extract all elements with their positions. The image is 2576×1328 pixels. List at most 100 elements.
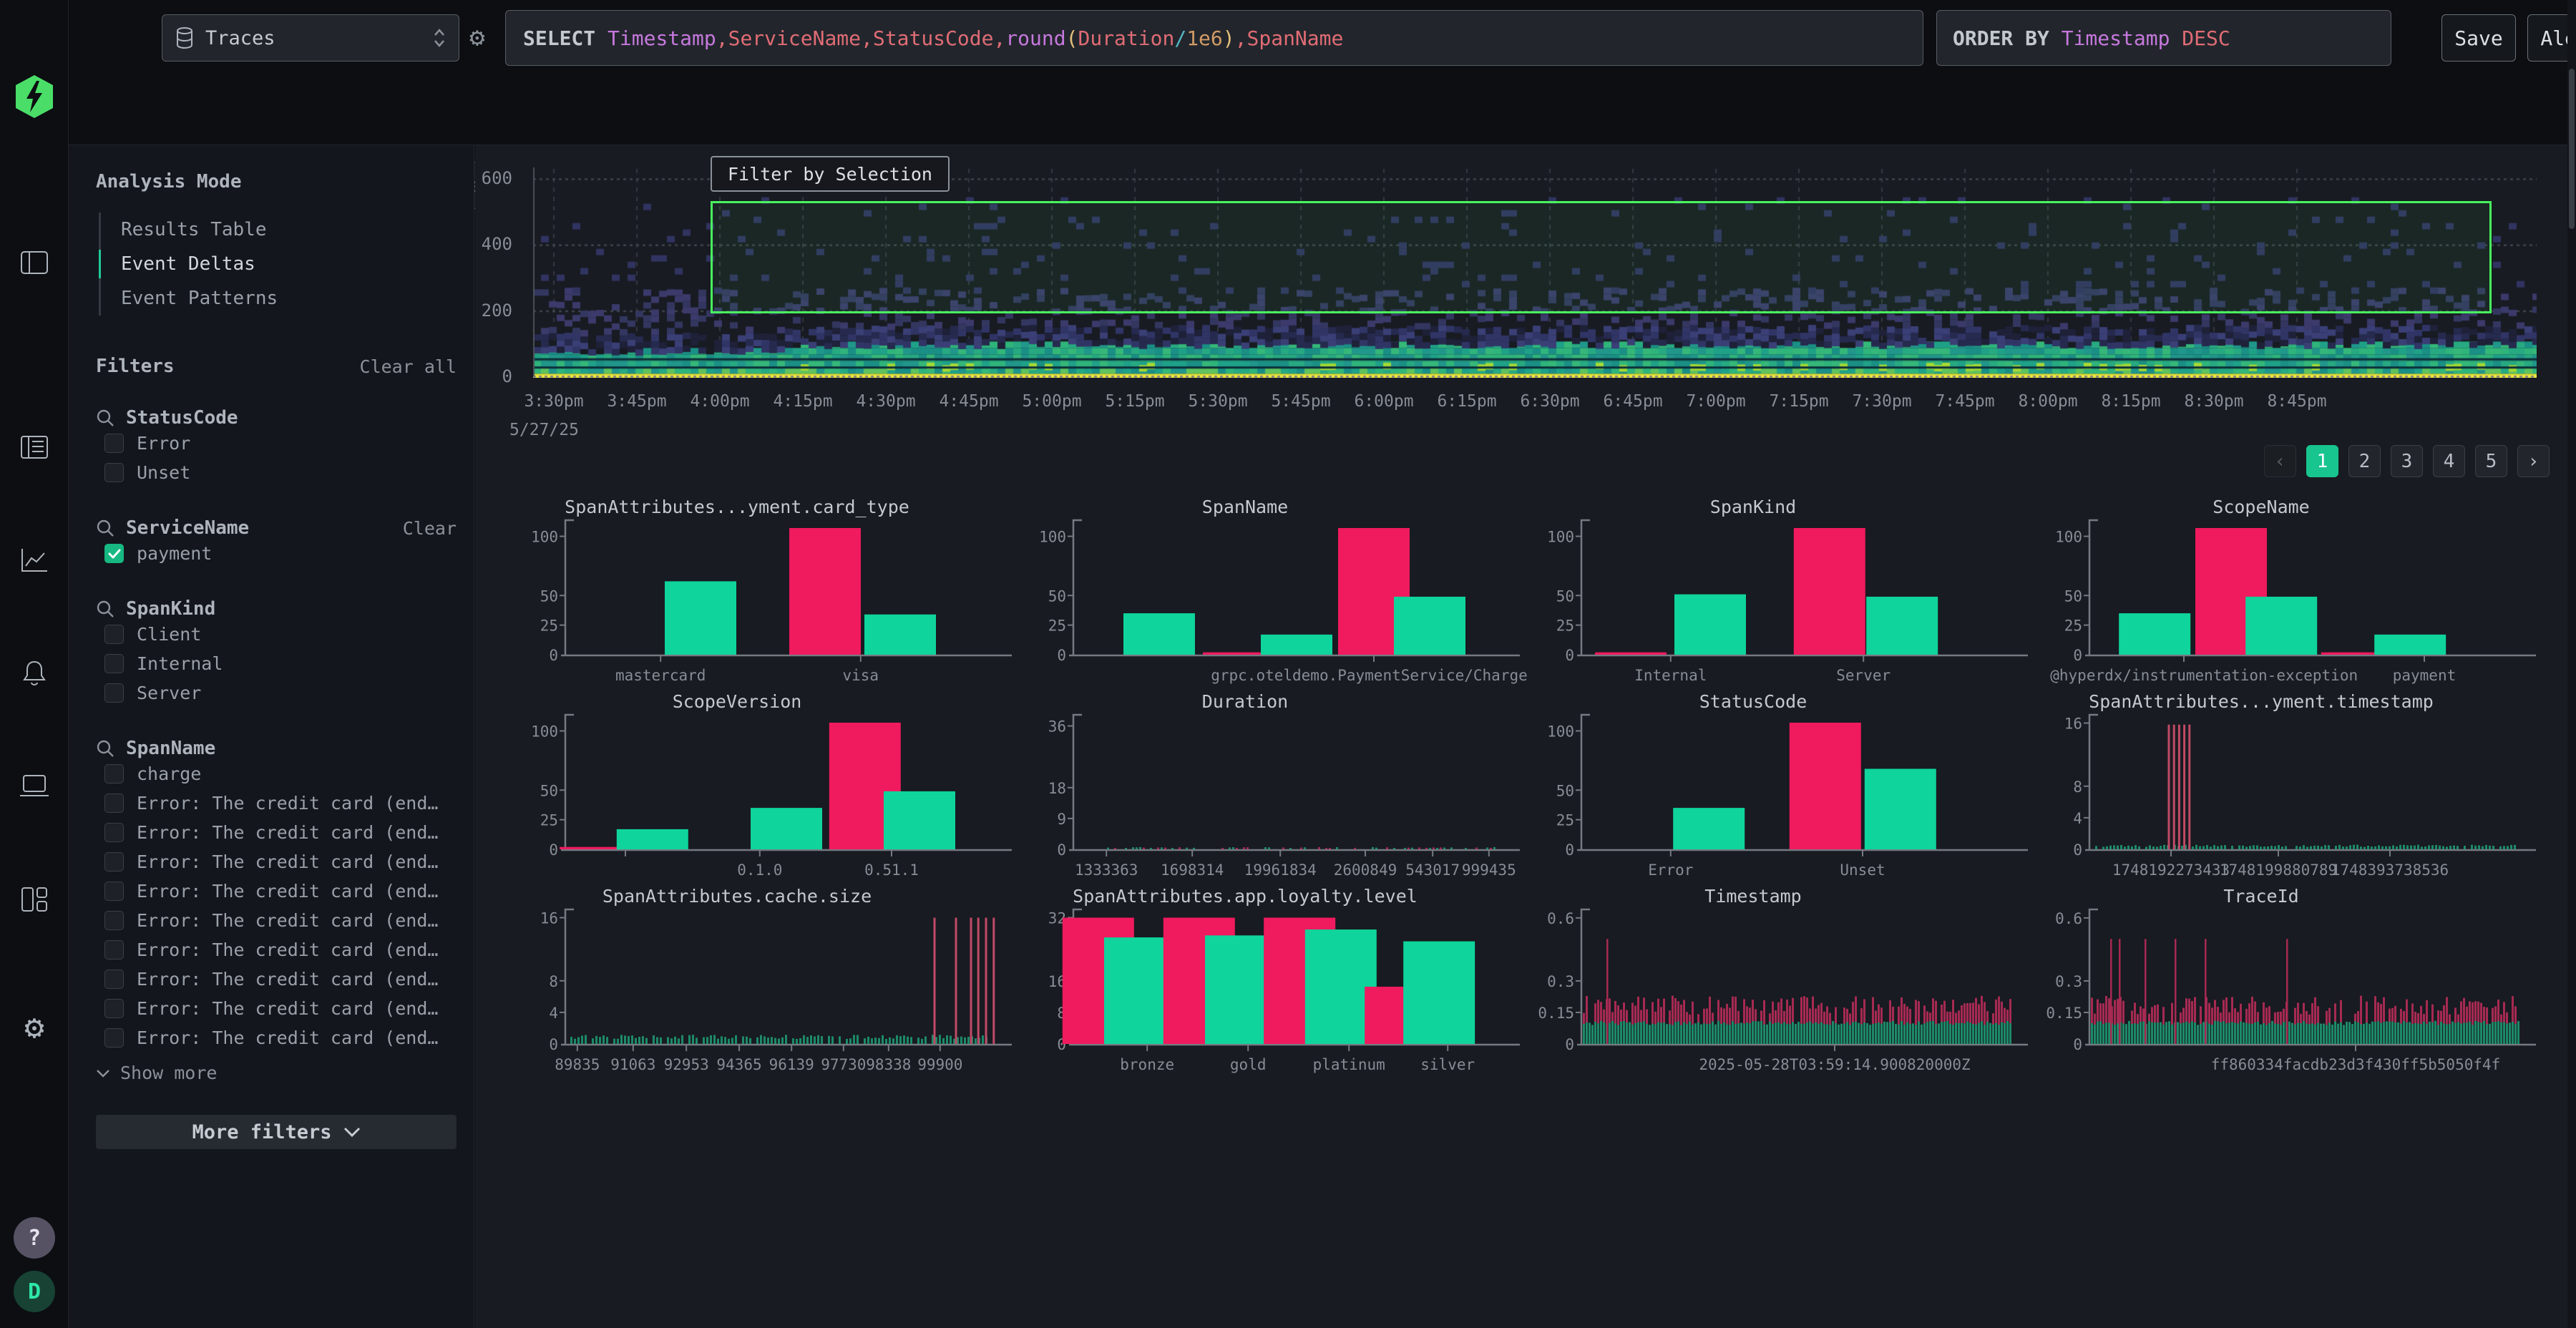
svg-text:0: 0 xyxy=(549,841,558,859)
analysis-mode-item-results-table[interactable]: Results Table xyxy=(101,213,457,247)
app-logo[interactable] xyxy=(0,72,69,122)
filter-option[interactable]: Error: The credit card (end… xyxy=(96,994,457,1023)
help-button[interactable]: ? xyxy=(0,1216,69,1259)
filter-group-name: SpanKind xyxy=(126,598,215,620)
checkbox-unchecked[interactable] xyxy=(104,654,124,673)
filter-option-label: Error: The credit card (end… xyxy=(137,881,438,902)
filter-option[interactable]: Error: The credit card (end… xyxy=(96,877,457,906)
analysis-mode-item-event-patterns[interactable]: Event Patterns xyxy=(101,281,457,316)
clear-all-link[interactable]: Clear all xyxy=(360,356,457,377)
checkbox-unchecked[interactable] xyxy=(104,434,124,453)
svg-text:grpc.oteldemo.PaymentService/C: grpc.oteldemo.PaymentService/Charge xyxy=(1211,667,1528,684)
checkbox-unchecked[interactable] xyxy=(104,999,124,1018)
sql-select-editor[interactable]: SELECT Timestamp,ServiceName,StatusCode,… xyxy=(505,10,1923,66)
save-button[interactable]: Save xyxy=(2441,14,2516,62)
more-filters-button[interactable]: More filters xyxy=(96,1115,457,1149)
filter-option[interactable]: Error: The credit card (end… xyxy=(96,788,457,818)
checkbox-unchecked[interactable] xyxy=(104,823,124,842)
checkbox-unchecked[interactable] xyxy=(104,794,124,813)
order-by-editor[interactable]: ORDER BY Timestamp DESC xyxy=(1936,10,2391,66)
filter-group-clear-link[interactable]: Clear xyxy=(403,518,457,539)
histogram-spanattributes-cache-size[interactable]: SpanAttributes.cache.size168408983591063… xyxy=(522,885,1023,1080)
source-select[interactable]: Traces xyxy=(162,14,459,62)
checkbox-unchecked[interactable] xyxy=(104,764,124,783)
histogram-scopename[interactable]: ScopeName10050250@hyperdx/instrumentatio… xyxy=(2046,496,2547,690)
svg-text:0: 0 xyxy=(2073,647,2082,664)
histogram-duration[interactable]: Duration36189013333631698314199618342600… xyxy=(1030,690,1531,885)
page-button-1[interactable]: 1 xyxy=(2306,445,2338,477)
svg-text:97730: 97730 xyxy=(821,1056,866,1073)
svg-text:0: 0 xyxy=(1565,647,1574,664)
filter-option[interactable]: Error: The credit card (end… xyxy=(96,906,457,935)
checkbox-checked[interactable] xyxy=(104,544,124,563)
checkbox-unchecked[interactable] xyxy=(104,1028,124,1048)
alerts-bell-icon[interactable] xyxy=(0,654,69,693)
svg-text:1748199880789: 1748199880789 xyxy=(2220,861,2337,879)
settings-gear-icon[interactable]: ⚙ xyxy=(0,1005,69,1048)
histogram-scopeversion[interactable]: ScopeVersion100502500.1.00.51.1 xyxy=(522,690,1023,885)
histogram-spanattributes-yment-card-type[interactable]: SpanAttributes...yment.card_type10050250… xyxy=(522,496,1023,690)
histogram-timestamp[interactable]: Timestamp0.60.30.1502025-05-28T03:59:14.… xyxy=(1538,885,2039,1080)
page-button-3[interactable]: 3 xyxy=(2391,445,2423,477)
histogram-spanname[interactable]: SpanName10050250grpc.oteldemo.PaymentSer… xyxy=(1030,496,1531,690)
query-settings-gear-icon[interactable]: ⚙ xyxy=(469,23,485,52)
svg-text:2600849: 2600849 xyxy=(1334,861,1397,879)
checkbox-unchecked[interactable] xyxy=(104,625,124,644)
histogram-spanattributes-app-loyalty-level[interactable]: SpanAttributes.app.loyalty.level321680br… xyxy=(1030,885,1531,1080)
heatmap-selection-region[interactable] xyxy=(711,201,2492,313)
dashboards-icon[interactable] xyxy=(0,880,69,919)
heatmap-x-tick: 3:30pm xyxy=(524,392,583,411)
svg-text:SpanAttributes.cache.size: SpanAttributes.cache.size xyxy=(602,886,872,907)
svg-text:25: 25 xyxy=(1556,617,1574,635)
page-prev-button[interactable]: ‹ xyxy=(2264,445,2296,477)
svg-text:8: 8 xyxy=(549,973,558,990)
filter-option[interactable]: Error: The credit card (end… xyxy=(96,818,457,847)
checkbox-unchecked[interactable] xyxy=(104,970,124,989)
heatmap-x-tick: 4:00pm xyxy=(690,392,749,411)
histogram-spankind[interactable]: SpanKind10050250InternalServer xyxy=(1538,496,2039,690)
sessions-laptop-icon[interactable] xyxy=(0,767,69,806)
page-button-2[interactable]: 2 xyxy=(2348,445,2381,477)
user-avatar[interactable]: D xyxy=(0,1270,69,1313)
filter-option[interactable]: charge xyxy=(96,759,457,788)
filter-option[interactable]: Error: The credit card (end… xyxy=(96,965,457,994)
filter-option[interactable]: Error: The credit card (end… xyxy=(96,935,457,965)
filter-option[interactable]: Error: The credit card (end… xyxy=(96,847,457,877)
checkbox-unchecked[interactable] xyxy=(104,463,124,482)
filter-option[interactable]: payment xyxy=(96,539,457,568)
checkbox-unchecked[interactable] xyxy=(104,911,124,930)
search-icon[interactable] xyxy=(96,519,114,537)
page-scrollbar[interactable] xyxy=(2567,0,2576,1328)
filter-option[interactable]: Client xyxy=(96,620,457,649)
page-next-button[interactable]: › xyxy=(2517,445,2550,477)
filter-option[interactable]: Server xyxy=(96,678,457,708)
svg-text:0.3: 0.3 xyxy=(2055,973,2082,990)
search-logs-icon[interactable] xyxy=(0,428,69,467)
checkbox-unchecked[interactable] xyxy=(104,882,124,901)
filter-option[interactable]: Error: The credit card (end… xyxy=(96,1023,457,1053)
checkbox-unchecked[interactable] xyxy=(104,852,124,872)
filter-option[interactable]: Error xyxy=(96,429,457,458)
show-more-link[interactable]: Show more xyxy=(96,1063,457,1083)
analysis-mode-item-event-deltas[interactable]: Event Deltas xyxy=(101,247,457,281)
filter-option[interactable]: Internal xyxy=(96,649,457,678)
heatmap-x-tick: 8:30pm xyxy=(2184,392,2243,411)
chart-explorer-icon[interactable] xyxy=(0,541,69,580)
checkbox-unchecked[interactable] xyxy=(104,683,124,703)
histogram-traceid[interactable]: TraceId0.60.30.150ff860334facdb23d3f430f… xyxy=(2046,885,2547,1080)
checkbox-unchecked[interactable] xyxy=(104,940,124,960)
filter-option[interactable]: Unset xyxy=(96,458,457,487)
page-button-5[interactable]: 5 xyxy=(2475,445,2507,477)
filter-by-selection-button[interactable]: Filter by Selection xyxy=(711,156,950,192)
sidebar-toggle-icon[interactable] xyxy=(0,243,69,282)
histogram-statuscode[interactable]: StatusCode10050250ErrorUnset xyxy=(1538,690,2039,885)
histogram-spanattributes-yment-timestamp[interactable]: SpanAttributes...yment.timestamp16840174… xyxy=(2046,690,2547,885)
search-icon[interactable] xyxy=(96,739,114,758)
svg-text:19961834: 19961834 xyxy=(1244,861,1317,879)
sql-select-code: SELECT Timestamp,ServiceName,StatusCode,… xyxy=(523,26,1343,50)
search-icon[interactable] xyxy=(96,409,114,427)
page-button-4[interactable]: 4 xyxy=(2433,445,2465,477)
search-icon[interactable] xyxy=(96,600,114,618)
scrollbar-thumb[interactable] xyxy=(2569,69,2575,229)
svg-text:100: 100 xyxy=(531,723,558,741)
